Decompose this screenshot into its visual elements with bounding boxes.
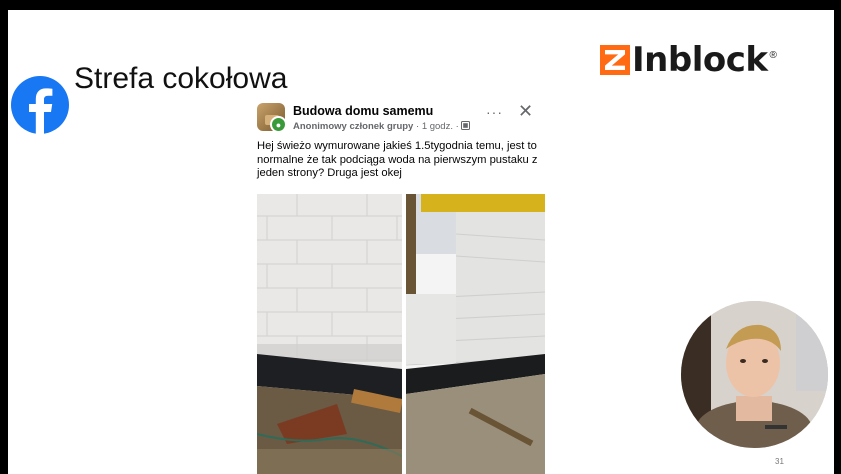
anonymous-badge-icon: ● [270, 116, 287, 133]
close-icon[interactable]: ✕ [518, 101, 533, 122]
post-header: ● Budowa domu samemu Anonimowy członek g… [248, 98, 545, 138]
facebook-post: ● Budowa domu samemu Anonimowy członek g… [248, 98, 545, 474]
post-time[interactable]: 1 godz. [422, 121, 453, 132]
inblock-logo: Inblock ® [600, 40, 777, 80]
inblock-logo-mark-icon [600, 45, 630, 75]
slide-title: Strefa cokołowa [74, 62, 288, 95]
group-name[interactable]: Budowa domu samemu [293, 104, 433, 118]
post-text: Hej świeżo wymurowane jakieś 1.5tygodnia… [257, 140, 538, 179]
post-photo-left[interactable] [257, 194, 402, 474]
privacy-icon [461, 121, 471, 130]
more-options-icon[interactable]: ··· [486, 104, 503, 120]
inblock-logo-text: Inblock [632, 40, 768, 80]
post-author: Anonimowy członek grupy [293, 121, 414, 132]
post-meta: Anonimowy członek grupy · 1 godz. · [293, 121, 471, 132]
registered-mark: ® [769, 49, 777, 61]
presenter-webcam [681, 301, 828, 448]
page-number: 31 [775, 457, 784, 466]
screen-frame: Inblock ® Strefa cokołowa ● Budowa domu … [0, 0, 841, 474]
meta-separator: · [416, 121, 420, 132]
presentation-slide: Inblock ® Strefa cokołowa ● Budowa domu … [8, 10, 834, 474]
post-photo-right[interactable] [406, 194, 545, 474]
facebook-icon [11, 76, 69, 134]
meta-separator: · [455, 121, 459, 132]
